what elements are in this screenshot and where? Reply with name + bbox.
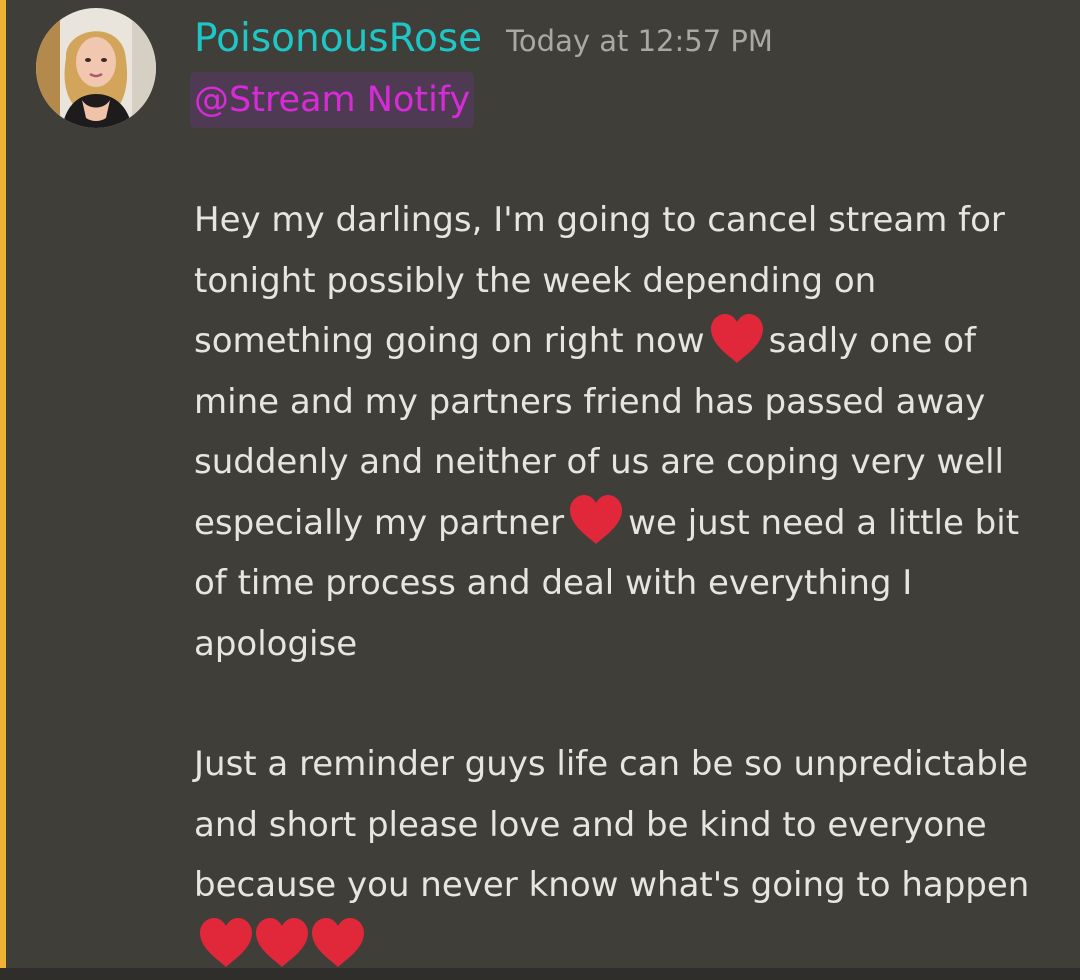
message-divider — [0, 968, 1080, 980]
timestamp[interactable]: Today at 12:57 PM — [506, 24, 773, 58]
user-avatar[interactable] — [36, 8, 156, 128]
heart-emoji-icon[interactable] — [198, 917, 254, 969]
message-paragraph: Just a reminder guys life can be so unpr… — [194, 734, 1054, 976]
mention-highlight-bar — [0, 0, 6, 968]
heart-emoji-icon[interactable] — [709, 313, 765, 365]
avatar-image — [36, 8, 156, 128]
message-header: PoisonousRose Today at 12:57 PM — [194, 16, 773, 68]
username[interactable]: PoisonousRose — [194, 16, 482, 61]
heart-emoji-icon[interactable] — [310, 917, 366, 969]
message-text: Just a reminder guys life can be so unpr… — [194, 744, 1030, 905]
message-paragraph: Hey my darlings, I'm going to cancel str… — [194, 190, 1054, 674]
chat-message: PoisonousRose Today at 12:57 PM @Stream … — [0, 0, 1080, 980]
heart-emoji-icon[interactable] — [568, 494, 624, 546]
heart-emoji-icon[interactable] — [254, 917, 310, 969]
role-mention[interactable]: @Stream Notify — [190, 72, 475, 128]
message-content: Hey my darlings, I'm going to cancel str… — [194, 190, 1054, 976]
